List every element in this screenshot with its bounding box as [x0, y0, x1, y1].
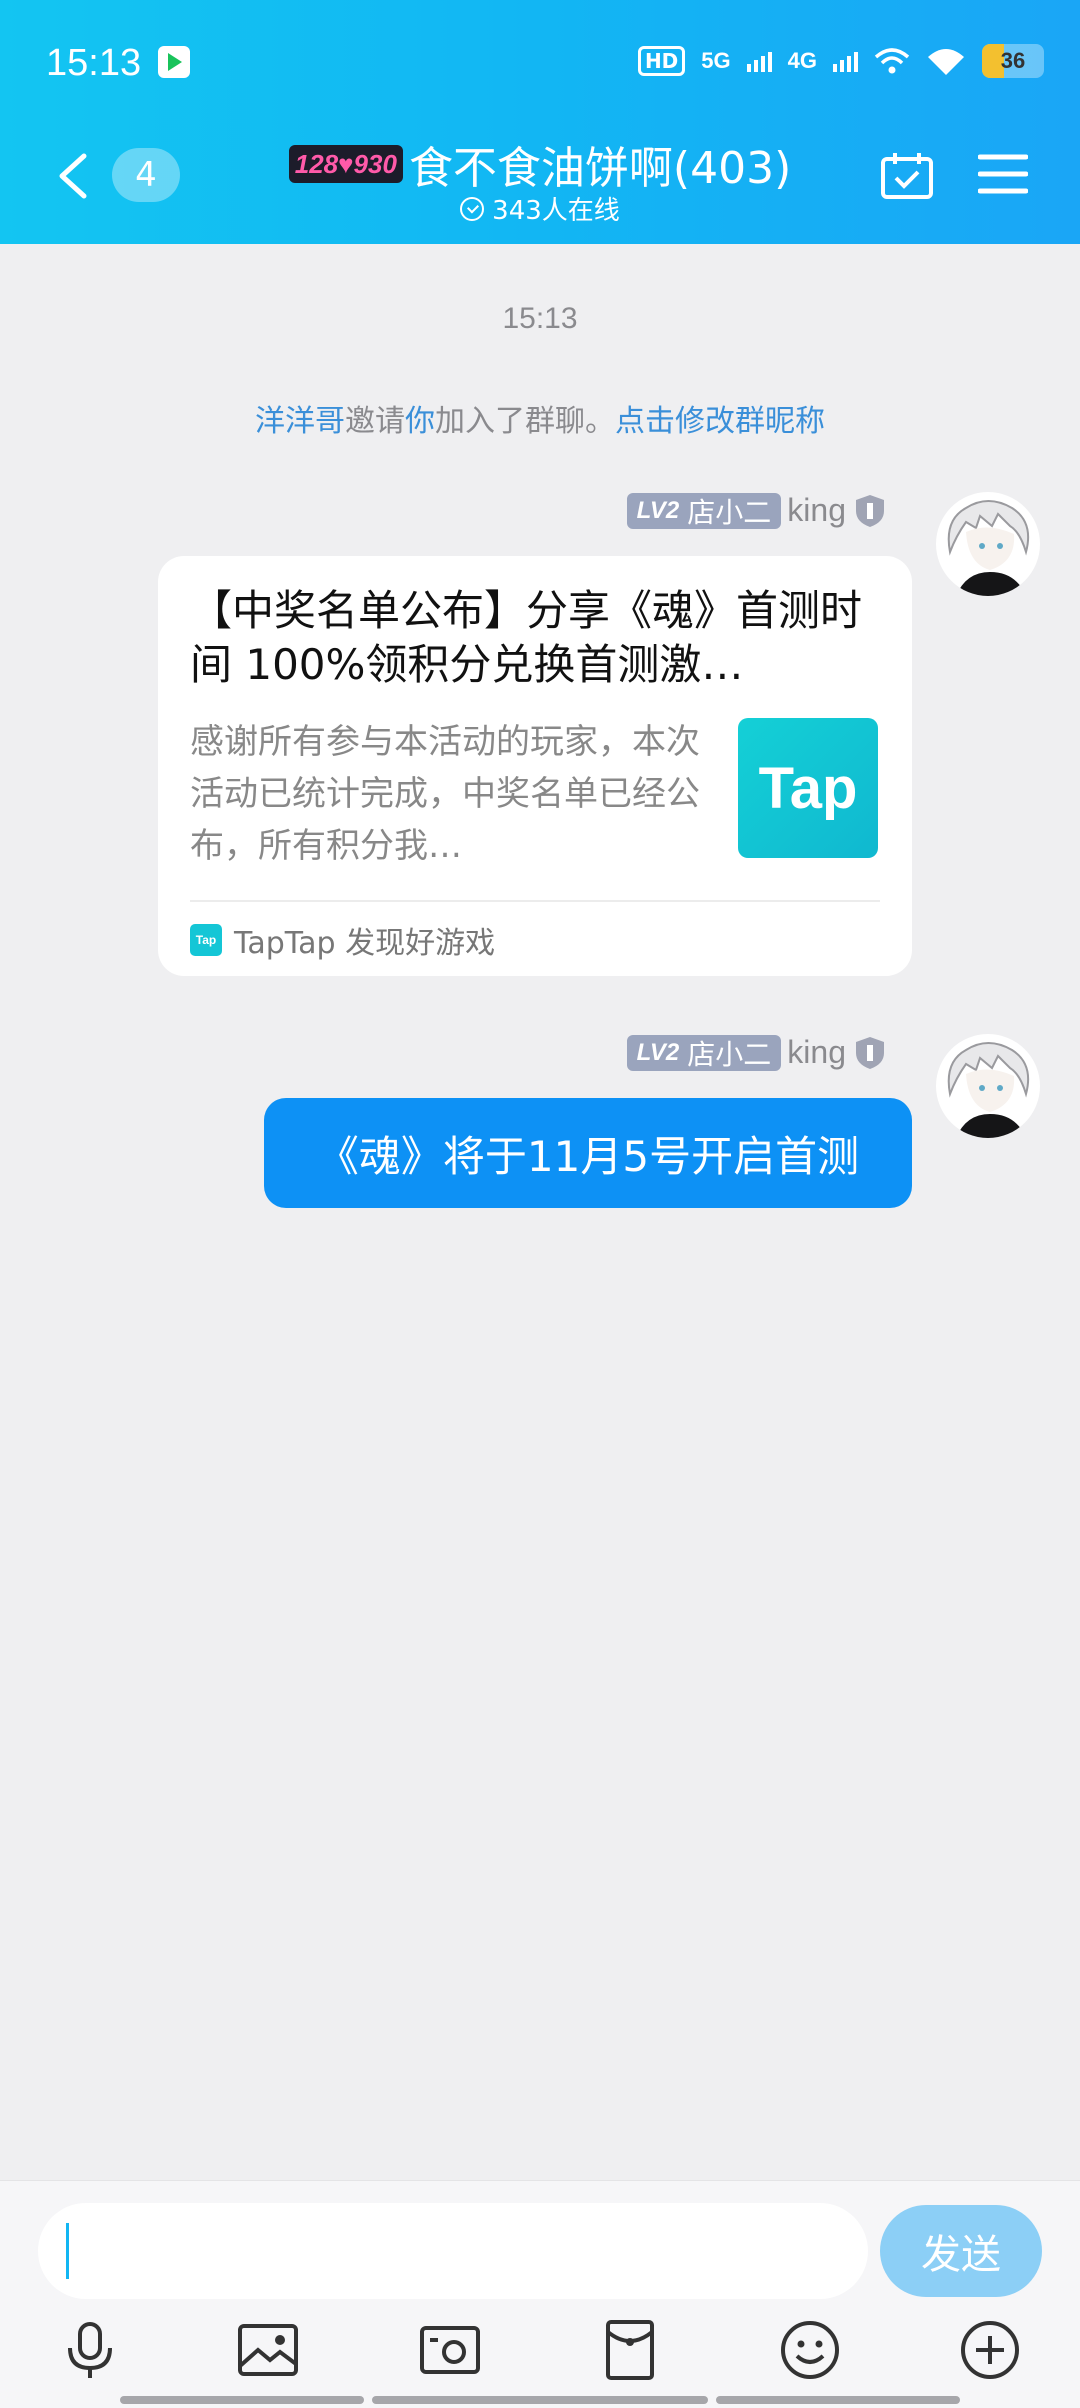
- card-source-label: TapTap 发现好游戏: [234, 926, 496, 961]
- level-badge: LV2 店小二: [626, 492, 782, 529]
- battery-icon: 36: [982, 44, 1044, 78]
- chat-time-label: 15:13: [502, 302, 578, 335]
- system-text-1: 邀请: [345, 404, 405, 439]
- plus-icon[interactable]: [958, 2318, 1022, 2382]
- avatar[interactable]: [936, 492, 1040, 596]
- status-time: 15:13: [46, 42, 142, 84]
- signal-icon: [746, 50, 772, 72]
- edit-nickname-link[interactable]: 点击修改群昵称: [615, 404, 825, 439]
- card-title: 【中奖名单公布】分享《魂》首测时间 100%领积分兑换首测激…: [190, 586, 863, 689]
- system-text-2: 加入了群聊。: [435, 404, 615, 439]
- message-sender-row: LV2 店小二 king: [626, 1034, 888, 1071]
- message-sender-row: LV2 店小二 king: [626, 492, 888, 529]
- sender-name[interactable]: king: [787, 492, 846, 529]
- card-divider: [190, 900, 880, 902]
- bottom-scroll-indicator: [716, 2396, 960, 2404]
- avatar[interactable]: [936, 1034, 1040, 1138]
- video-app-icon: [158, 46, 190, 78]
- shield-icon: [856, 494, 884, 527]
- system-message: 洋洋哥邀请你加入了群聊。点击修改群昵称: [0, 396, 1080, 440]
- network-5g-label: 5G: [701, 48, 731, 73]
- image-icon[interactable]: [236, 2318, 300, 2382]
- camera-icon[interactable]: [418, 2318, 482, 2382]
- wifi-icon: [928, 49, 964, 75]
- taptap-icon: Tap: [190, 924, 222, 956]
- online-check-icon: [460, 196, 485, 221]
- card-source: Tap TapTap 发现好游戏: [190, 916, 495, 964]
- emoji-icon[interactable]: [778, 2318, 842, 2382]
- hd-voice-icon: HD: [637, 46, 686, 76]
- signal-icon-2: [833, 50, 858, 72]
- send-button[interactable]: 发送: [880, 2205, 1042, 2297]
- sender-name[interactable]: king: [787, 1034, 846, 1071]
- group-logo: 128♥930: [288, 145, 403, 183]
- taptap-thumbnail: Tap: [738, 718, 878, 858]
- text-caret: [66, 2223, 69, 2279]
- battery-level: 36: [1000, 48, 1026, 73]
- invitee-link[interactable]: 你: [405, 404, 435, 439]
- status-icons: HD 5G 4G 36: [637, 44, 1044, 78]
- group-title: 食不食油饼啊(403): [408, 143, 792, 194]
- bottom-scroll-indicator: [120, 2396, 364, 2404]
- calendar-check-icon[interactable]: [880, 150, 934, 200]
- input-area: 发送: [0, 2180, 1080, 2408]
- level-badge: LV2 店小二: [626, 1034, 782, 1071]
- shield-icon: [856, 1036, 884, 1069]
- menu-icon[interactable]: [978, 152, 1028, 196]
- card-description: 感谢所有参与本活动的玩家，本次活动已统计完成，中奖名单已经公布，所有积分我…: [190, 722, 700, 866]
- hotspot-icon: [874, 48, 910, 74]
- red-packet-icon[interactable]: [598, 2318, 662, 2382]
- online-count: 343人在线: [492, 196, 620, 226]
- message-bubble[interactable]: 《魂》将于11月5号开启首测: [264, 1098, 912, 1208]
- microphone-icon[interactable]: [58, 2318, 122, 2382]
- network-4g-label: 4G: [787, 48, 817, 73]
- inviter-link[interactable]: 洋洋哥: [255, 404, 345, 439]
- bottom-scroll-indicator: [372, 2396, 708, 2404]
- message-input[interactable]: [38, 2203, 868, 2299]
- shared-link-card[interactable]: 【中奖名单公布】分享《魂》首测时间 100%领积分兑换首测激… 感谢所有参与本活…: [158, 556, 912, 976]
